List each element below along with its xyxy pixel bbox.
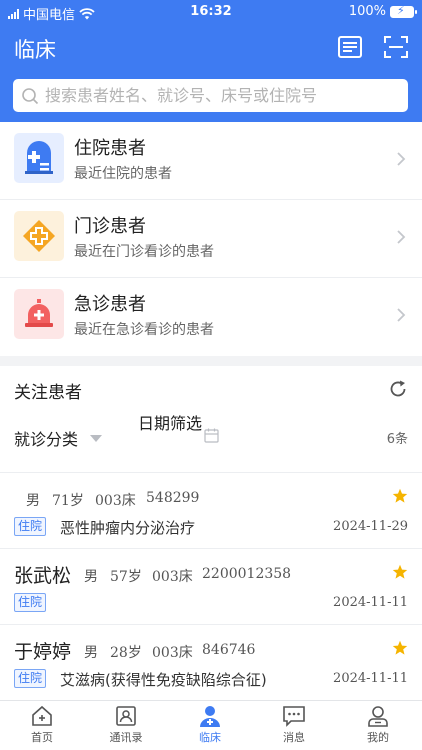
patient-date: 2024-11-29 bbox=[333, 519, 408, 534]
patient-gender: 男 bbox=[26, 493, 40, 509]
hospital-icon bbox=[14, 133, 64, 183]
patient-age: 57岁 bbox=[110, 569, 142, 585]
patient-date: 2024-11-11 bbox=[333, 671, 408, 686]
category-title: 门诊患者 bbox=[74, 216, 146, 237]
calendar-icon[interactable] bbox=[204, 428, 219, 443]
list-icon[interactable] bbox=[338, 36, 362, 58]
patient-row[interactable]: 张武松 男 57岁 003床 2200012358 住院 2024-11-11 bbox=[0, 549, 422, 625]
patient-age: 28岁 bbox=[110, 645, 142, 661]
patient-row[interactable]: 男 71岁 003床 548299 住院 恶性肿瘤内分泌治疗 2024-11-2… bbox=[0, 473, 422, 549]
category-subtitle: 最近住院的患者 bbox=[74, 166, 172, 182]
section-title: 关注患者 bbox=[14, 383, 82, 403]
contacts-icon bbox=[116, 706, 136, 726]
tab-label: 通讯录 bbox=[109, 731, 143, 744]
tab-label: 临床 bbox=[199, 731, 221, 744]
home-icon bbox=[32, 705, 52, 726]
patient-id: 846746 bbox=[202, 642, 256, 658]
date-filter[interactable]: 日期筛选 bbox=[138, 412, 202, 436]
patient-categories: 住院患者 最近住院的患者 门诊患者 最近在门诊看诊的患者 急诊患者 最近在急诊看… bbox=[0, 122, 422, 356]
tab-label: 首页 bbox=[31, 731, 53, 744]
patient-age: 71岁 bbox=[52, 493, 84, 509]
search-icon bbox=[22, 87, 39, 104]
bottom-tab-bar: 首页 通讯录 临床 消息 我的 bbox=[0, 700, 422, 750]
tab-contacts[interactable]: 通讯录 bbox=[84, 701, 168, 750]
tab-clinical[interactable]: 临床 bbox=[168, 701, 252, 750]
patient-count: 6条 bbox=[386, 432, 408, 447]
filter-label: 就诊分类 bbox=[14, 430, 79, 449]
tab-label: 我的 bbox=[367, 731, 389, 744]
category-title: 急诊患者 bbox=[74, 294, 146, 315]
status-bar: 中国电信 16:32 100% ⚡ bbox=[0, 0, 422, 24]
patient-gender: 男 bbox=[84, 569, 98, 585]
category-subtitle: 最近在门诊看诊的患者 bbox=[74, 244, 214, 260]
battery-percent: 100% bbox=[348, 4, 386, 19]
status-badge: 住院 bbox=[14, 593, 47, 612]
status-badge: 住院 bbox=[14, 669, 47, 688]
chevron-right-icon bbox=[397, 152, 406, 166]
refresh-icon[interactable] bbox=[388, 379, 408, 399]
visit-category-filter[interactable]: 就诊分类 bbox=[14, 426, 103, 450]
clinic-cross-icon bbox=[14, 211, 64, 261]
category-title: 住院患者 bbox=[74, 138, 146, 159]
patient-bed: 003床 bbox=[152, 569, 193, 585]
category-subtitle: 最近在急诊看诊的患者 bbox=[74, 322, 214, 338]
category-inpatient[interactable]: 住院患者 最近住院的患者 bbox=[0, 122, 422, 200]
dropdown-arrow-icon bbox=[90, 434, 103, 442]
patient-gender: 男 bbox=[84, 645, 98, 661]
patient-id: 2200012358 bbox=[202, 566, 292, 582]
patient-diagnosis: 艾滋病(获得性免疫缺陷综合征) bbox=[60, 671, 267, 689]
page-title: 临床 bbox=[14, 38, 56, 62]
clinical-icon bbox=[200, 706, 220, 727]
category-emergency[interactable]: 急诊患者 最近在急诊看诊的患者 bbox=[0, 278, 422, 356]
patient-diagnosis: 恶性肿瘤内分泌治疗 bbox=[60, 519, 196, 537]
patient-bed: 003床 bbox=[152, 645, 193, 661]
patient-name: 于婷婷 bbox=[14, 641, 72, 663]
status-badge: 住院 bbox=[14, 517, 47, 536]
followed-patients-section: 关注患者 就诊分类 日期筛选 6条 男 71岁 003床 548299 住院 恶… bbox=[0, 366, 422, 701]
chevron-right-icon bbox=[397, 230, 406, 244]
profile-icon bbox=[368, 706, 388, 727]
emergency-bell-icon bbox=[14, 289, 64, 339]
patient-bed: 003床 bbox=[95, 493, 136, 509]
patient-date: 2024-11-11 bbox=[333, 595, 408, 610]
patient-id: 548299 bbox=[146, 490, 200, 506]
patient-name: 张武松 bbox=[14, 565, 72, 587]
tab-home[interactable]: 首页 bbox=[0, 701, 84, 750]
app-header: 中国电信 16:32 100% ⚡ 临床 bbox=[0, 0, 422, 122]
chevron-right-icon bbox=[397, 308, 406, 322]
tab-label: 消息 bbox=[283, 731, 305, 744]
tab-profile[interactable]: 我的 bbox=[336, 701, 420, 750]
star-icon[interactable] bbox=[392, 488, 408, 504]
category-outpatient[interactable]: 门诊患者 最近在门诊看诊的患者 bbox=[0, 200, 422, 278]
search-input[interactable] bbox=[45, 86, 385, 105]
message-icon bbox=[283, 706, 305, 727]
star-icon[interactable] bbox=[392, 564, 408, 580]
search-bar[interactable] bbox=[13, 79, 408, 112]
patient-row[interactable]: 于婷婷 男 28岁 003床 846746 住院 艾滋病(获得性免疫缺陷综合征)… bbox=[0, 625, 422, 701]
star-icon[interactable] bbox=[392, 640, 408, 656]
tab-messages[interactable]: 消息 bbox=[252, 701, 336, 750]
battery-icon: ⚡ bbox=[390, 4, 417, 18]
scan-icon[interactable] bbox=[384, 36, 408, 58]
